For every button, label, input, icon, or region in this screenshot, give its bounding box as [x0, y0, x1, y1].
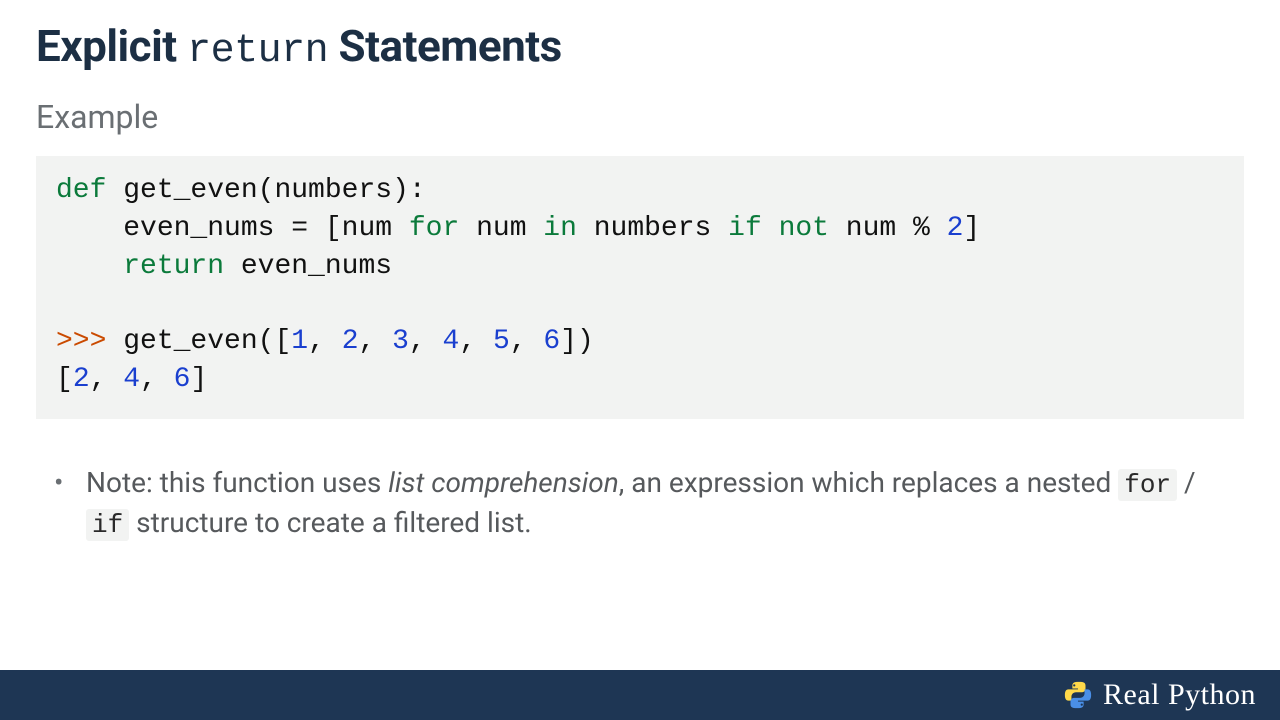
code-arg-5: 5: [493, 326, 510, 357]
code-comma-5: ,: [510, 326, 544, 357]
code-comma-2: ,: [359, 326, 393, 357]
code-l2-sp: [762, 213, 779, 244]
code-arg-1: 1: [291, 326, 308, 357]
python-logo-icon: [1063, 680, 1093, 710]
code-l3-rest: even_nums: [224, 251, 392, 282]
code-kw-not: not: [779, 213, 829, 244]
code-kw-in: in: [543, 213, 577, 244]
code-out-2: 4: [123, 364, 140, 395]
code-call-close: ]): [560, 326, 594, 357]
code-comma-3: ,: [409, 326, 443, 357]
code-arg-6: 6: [543, 326, 560, 357]
code-arg-3: 3: [392, 326, 409, 357]
code-l2-close: ]: [963, 213, 980, 244]
code-prompt: >>>: [56, 326, 106, 357]
slide-title: Explicit return Statements: [36, 20, 1244, 76]
slide: Explicit return Statements Example def g…: [0, 0, 1280, 720]
code-out-c2: ,: [140, 364, 174, 395]
code-arg-4: 4: [443, 326, 460, 357]
code-l2-d: num %: [829, 213, 947, 244]
code-comma-1: ,: [308, 326, 342, 357]
content-area: Explicit return Statements Example def g…: [0, 0, 1280, 544]
bullet-em: list comprehension: [388, 466, 619, 499]
title-part-2: Statements: [339, 20, 562, 72]
code-call-1: get_even([: [106, 326, 291, 357]
bullet-list: Note: this function uses list comprehens…: [36, 463, 1244, 544]
code-out-1: 2: [73, 364, 90, 395]
footer-brand: Real Python: [1103, 678, 1256, 712]
code-kw-def: def: [56, 175, 106, 206]
code-out-close: ]: [190, 364, 207, 395]
bullet-code-for: for: [1118, 469, 1177, 501]
title-code-keyword: return: [187, 29, 328, 74]
code-kw-for: for: [409, 213, 459, 244]
code-l2-a: even_nums = [num: [56, 213, 409, 244]
code-comma-4: ,: [459, 326, 493, 357]
code-l2-b: num: [459, 213, 543, 244]
code-block: def get_even(numbers): even_nums = [num …: [36, 156, 1244, 419]
title-part-1: Explicit: [36, 20, 177, 72]
code-out-c1: ,: [90, 364, 124, 395]
bullet-text-1: Note: this function uses: [86, 466, 388, 499]
code-kw-return: return: [123, 251, 224, 282]
code-l2-c: numbers: [577, 213, 728, 244]
code-num-2: 2: [947, 213, 964, 244]
code-kw-if: if: [728, 213, 762, 244]
code-arg-2: 2: [342, 326, 359, 357]
code-fn-sig: get_even(numbers):: [106, 175, 425, 206]
bullet-note: Note: this function uses list comprehens…: [80, 463, 1244, 544]
footer-bar: Real Python: [0, 670, 1280, 720]
slide-subtitle: Example: [36, 98, 1244, 136]
bullet-text-2: , an expression which replaces a nested: [619, 466, 1118, 499]
code-out-3: 6: [174, 364, 191, 395]
bullet-text-3: structure to create a filtered list.: [129, 506, 531, 539]
bullet-code-if: if: [86, 509, 129, 541]
code-l3-indent: [56, 251, 123, 282]
code-out-open: [: [56, 364, 73, 395]
bullet-slash: /: [1177, 466, 1196, 499]
